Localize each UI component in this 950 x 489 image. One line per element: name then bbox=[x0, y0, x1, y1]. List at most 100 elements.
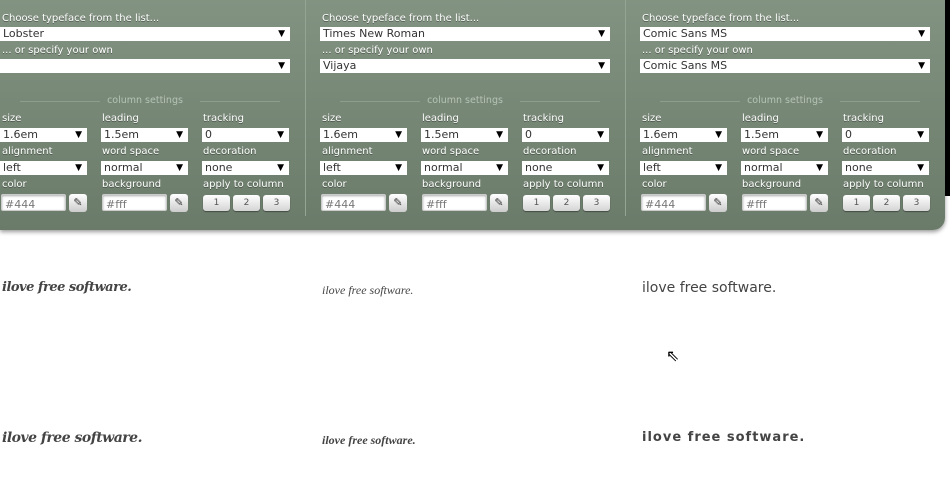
apply-column-3-button[interactable]: 3 bbox=[583, 195, 610, 211]
column-settings-heading: column settings bbox=[0, 95, 290, 107]
background-eyedropper-icon[interactable]: ✎ bbox=[490, 194, 508, 212]
alignment-value: left bbox=[323, 161, 341, 174]
color-input[interactable]: #444 bbox=[641, 194, 706, 211]
tracking-select[interactable]: 0 ▼ bbox=[842, 128, 929, 142]
apply-column-2-button[interactable]: 2 bbox=[553, 195, 580, 211]
alignment-value: left bbox=[3, 161, 21, 174]
apply-column-2-button[interactable]: 2 bbox=[233, 195, 260, 211]
background-input[interactable]: #fff bbox=[102, 194, 167, 211]
size-value: 1.6em bbox=[3, 128, 38, 141]
mouse-cursor-icon: ⇖ bbox=[666, 346, 680, 365]
custom-typeface-select[interactable]: Vijaya ▼ bbox=[320, 59, 610, 73]
decoration-select[interactable]: none ▼ bbox=[202, 161, 289, 175]
column-settings-heading: column settings bbox=[640, 95, 930, 107]
size-value: 1.6em bbox=[643, 128, 678, 141]
leading-select[interactable]: 1.5em ▼ bbox=[101, 128, 188, 142]
typeface-select[interactable]: Lobster ▼ bbox=[0, 27, 290, 41]
dropdown-arrow-icon: ▼ bbox=[918, 29, 925, 39]
dropdown-arrow-icon: ▼ bbox=[496, 130, 503, 140]
tracking-label: tracking bbox=[203, 113, 244, 124]
tracking-select[interactable]: 0 ▼ bbox=[522, 128, 609, 142]
color-eyedropper-icon[interactable]: ✎ bbox=[709, 194, 727, 212]
size-value: 1.6em bbox=[323, 128, 358, 141]
size-label: size bbox=[2, 113, 22, 124]
typeface-label: Choose typeface from the list... bbox=[642, 13, 800, 24]
typeface-value: Comic Sans MS bbox=[643, 27, 728, 40]
color-input[interactable]: #444 bbox=[1, 194, 66, 211]
size-select[interactable]: 1.6em ▼ bbox=[320, 128, 407, 142]
dropdown-arrow-icon: ▼ bbox=[917, 163, 924, 173]
sample-text-bold-col3: ilove free software. bbox=[642, 430, 806, 445]
tracking-label: tracking bbox=[523, 113, 564, 124]
sample-text-col1: ilove free software. bbox=[2, 280, 132, 295]
typeface-select[interactable]: Comic Sans MS ▼ bbox=[640, 27, 930, 41]
custom-typeface-label: ... or specify your own bbox=[642, 45, 753, 56]
typeface-value: Times New Roman bbox=[323, 27, 425, 40]
dropdown-arrow-icon: ▼ bbox=[918, 61, 925, 71]
background-input[interactable]: #fff bbox=[422, 194, 487, 211]
apply-column-3-button[interactable]: 3 bbox=[263, 195, 290, 211]
dropdown-arrow-icon: ▼ bbox=[496, 163, 503, 173]
tracking-select[interactable]: 0 ▼ bbox=[202, 128, 289, 142]
size-select[interactable]: 1.6em ▼ bbox=[0, 128, 87, 142]
size-select[interactable]: 1.6em ▼ bbox=[640, 128, 727, 142]
color-input[interactable]: #444 bbox=[321, 194, 386, 211]
word-space-value: normal bbox=[744, 161, 783, 174]
dropdown-arrow-icon: ▼ bbox=[278, 29, 285, 39]
alignment-value: left bbox=[643, 161, 661, 174]
background-eyedropper-icon[interactable]: ✎ bbox=[810, 194, 828, 212]
leading-select[interactable]: 1.5em ▼ bbox=[421, 128, 508, 142]
apply-column-3-button[interactable]: 3 bbox=[903, 195, 930, 211]
background-input[interactable]: #fff bbox=[742, 194, 807, 211]
decoration-select[interactable]: none ▼ bbox=[522, 161, 609, 175]
typeface-select[interactable]: Times New Roman ▼ bbox=[320, 27, 610, 41]
alignment-label: alignment bbox=[642, 146, 693, 157]
word-space-select[interactable]: normal ▼ bbox=[741, 161, 828, 175]
apply-to-column-label: apply to column bbox=[203, 179, 284, 190]
alignment-select[interactable]: left ▼ bbox=[640, 161, 727, 175]
column-settings-heading: column settings bbox=[320, 95, 610, 107]
custom-typeface-label: ... or specify your own bbox=[2, 45, 113, 56]
background-eyedropper-icon[interactable]: ✎ bbox=[170, 194, 188, 212]
typeface-label: Choose typeface from the list... bbox=[2, 13, 160, 24]
word-space-label: word space bbox=[742, 146, 800, 157]
apply-column-1-button[interactable]: 1 bbox=[203, 195, 230, 211]
dropdown-arrow-icon: ▼ bbox=[816, 163, 823, 173]
leading-select[interactable]: 1.5em ▼ bbox=[741, 128, 828, 142]
custom-typeface-select[interactable]: ▼ bbox=[0, 59, 290, 73]
background-label: background bbox=[102, 179, 162, 190]
apply-to-column-label: apply to column bbox=[843, 179, 924, 190]
sample-text-col2: ilove free software. bbox=[322, 283, 414, 297]
color-eyedropper-icon[interactable]: ✎ bbox=[389, 194, 407, 212]
column-3-settings: Choose typeface from the list... Comic Sa… bbox=[640, 0, 940, 230]
dropdown-arrow-icon: ▼ bbox=[715, 163, 722, 173]
apply-column-1-button[interactable]: 1 bbox=[843, 195, 870, 211]
custom-typeface-select[interactable]: Comic Sans MS ▼ bbox=[640, 59, 930, 73]
alignment-select[interactable]: left ▼ bbox=[320, 161, 407, 175]
custom-typeface-value: Comic Sans MS bbox=[643, 59, 728, 72]
apply-column-2-button[interactable]: 2 bbox=[873, 195, 900, 211]
word-space-select[interactable]: normal ▼ bbox=[101, 161, 188, 175]
sample-text-col3: ilove free software. bbox=[642, 280, 777, 296]
column-divider bbox=[305, 0, 306, 216]
dropdown-arrow-icon: ▼ bbox=[176, 163, 183, 173]
color-label: color bbox=[322, 179, 347, 190]
word-space-value: normal bbox=[104, 161, 143, 174]
tracking-value: 0 bbox=[845, 128, 852, 141]
color-eyedropper-icon[interactable]: ✎ bbox=[69, 194, 87, 212]
decoration-value: none bbox=[525, 161, 553, 174]
color-label: color bbox=[642, 179, 667, 190]
dropdown-arrow-icon: ▼ bbox=[75, 130, 82, 140]
word-space-select[interactable]: normal ▼ bbox=[421, 161, 508, 175]
dropdown-arrow-icon: ▼ bbox=[598, 29, 605, 39]
alignment-label: alignment bbox=[2, 146, 53, 157]
column-2-settings: Choose typeface from the list... Times Ne… bbox=[320, 0, 620, 230]
word-space-label: word space bbox=[102, 146, 160, 157]
sample-text-bold-col2: ilove free software. bbox=[322, 433, 416, 447]
dropdown-arrow-icon: ▼ bbox=[277, 163, 284, 173]
leading-value: 1.5em bbox=[744, 128, 779, 141]
typeface-value: Lobster bbox=[3, 27, 44, 40]
decoration-select[interactable]: none ▼ bbox=[842, 161, 929, 175]
apply-column-1-button[interactable]: 1 bbox=[523, 195, 550, 211]
alignment-select[interactable]: left ▼ bbox=[0, 161, 87, 175]
